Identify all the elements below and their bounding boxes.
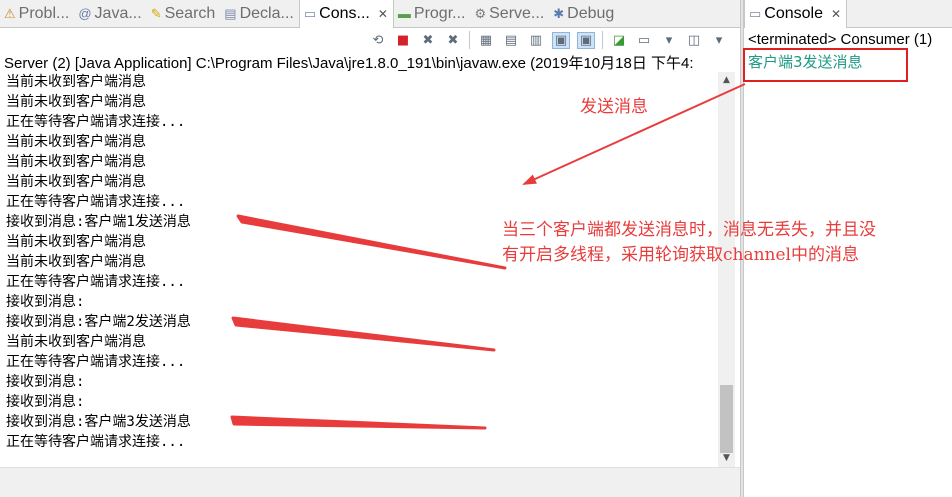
close-icon[interactable]: ✕ [831,7,841,21]
tab-problems[interactable]: ⚠ Probl... [0,0,74,28]
console-line: 当前未收到客户端消息 [6,154,146,170]
console-line: 当前未收到客户端消息 [6,334,146,350]
tab-javadoc[interactable]: @ Java... [74,0,146,28]
close-icon[interactable]: ✕ [378,7,388,21]
open-console-icon[interactable]: ◫ [685,33,703,48]
word-wrap-icon[interactable]: ▥ [527,33,545,48]
console-icon: ▭ [749,6,762,21]
toolbar-separator [602,31,603,49]
tab-label: Cons... [319,5,370,22]
tab-label: Console [764,5,823,22]
vertical-scrollbar[interactable]: ▲ ▼ [718,72,735,467]
scrollbar-thumb[interactable] [720,385,733,453]
annotation-main-line-1: 当三个客户端都发送消息时，消息无丢失，并且没 [502,220,876,240]
debug-icon: ✱ [553,5,565,21]
console-line: 接收到消息:客户端3发送消息 [6,414,191,430]
process-description: Server (2) [Java Application] C:\Program… [4,55,694,72]
progress-icon: ▬ [397,6,411,21]
servers-icon: ⚙ [474,5,487,21]
pin-console-icon[interactable]: ◪ [610,33,628,48]
console-line: 接收到消息: [6,294,85,310]
tab-debug[interactable]: ✱ Debug [549,0,619,28]
console-line: 当前未收到客户端消息 [6,174,146,190]
clear-console-icon[interactable]: ▦ [477,33,495,48]
console-output[interactable]: 当前未收到客户端消息 当前未收到客户端消息 正在等待客户端请求连接... 当前未… [6,72,706,467]
console-line: 当前未收到客户端消息 [6,134,146,150]
highlight-box [743,48,908,82]
search-icon: ✎ [150,5,162,21]
console-toolbar: ⟲ ■ ✖ ✖ ▦ ▤ ▥ ▣ ▣ ◪ ▭ ▾ ◫ ▾ [0,28,740,52]
console-line: 正在等待客户端请求连接... [6,274,186,290]
right-tab-bar: ▭ Console ✕ [744,0,952,28]
annotation-send: 发送消息 [580,97,648,117]
tab-label: Decla... [239,4,294,22]
remove-all-launches-icon[interactable]: ✖ [444,33,462,48]
tab-label: Search [164,4,216,22]
chevron-down-icon[interactable]: ▾ [710,33,728,48]
console-line: 正在等待客户端请求连接... [6,354,186,370]
tab-progress[interactable]: ▬ Progr... [394,0,471,28]
left-tab-bar: ⚠ Probl... @ Java... ✎ Search ▤ Decla...… [0,0,740,28]
console-line: 正在等待客户端请求连接... [6,434,186,450]
tab-servers[interactable]: ⚙ Serve... [470,0,549,28]
tab-console[interactable]: ▭ Cons... ✕ [298,0,394,28]
horizontal-scrollbar-area [0,467,740,497]
chevron-down-icon[interactable]: ▾ [660,33,678,48]
tab-search[interactable]: ✎ Search [147,0,221,28]
problems-icon: ⚠ [4,5,16,21]
tab-label: Java... [94,4,142,22]
scroll-down-icon[interactable]: ▼ [718,450,735,467]
declaration-icon: ▤ [224,5,237,21]
console-line: 接收到消息: [6,394,85,410]
terminated-status: <terminated> Consumer (1) [748,31,933,48]
tab-label: Serve... [489,4,545,22]
scroll-lock-icon[interactable]: ▤ [502,33,520,48]
reconnect-icon[interactable]: ⟲ [369,33,387,48]
console-line: 当前未收到客户端消息 [6,74,146,90]
show-on-stdout-icon[interactable]: ▣ [552,31,570,49]
javadoc-icon: @ [78,6,92,21]
tab-label: Probl... [18,4,70,22]
tab-label: Debug [567,4,615,22]
display-console-icon[interactable]: ▭ [635,33,653,48]
scroll-up-icon[interactable]: ▲ [718,72,735,89]
console-icon: ▭ [303,6,317,21]
terminate-icon[interactable]: ■ [394,33,412,48]
console-line: 正在等待客户端请求连接... [6,194,186,210]
show-on-stderr-icon[interactable]: ▣ [577,31,595,49]
tab-declaration[interactable]: ▤ Decla... [220,0,299,28]
tab-label: Progr... [413,4,466,22]
tab-console-right[interactable]: ▭ Console ✕ [744,0,848,28]
annotation-main-line-2: 有开启多线程，采用轮询获取channel中的消息 [502,245,859,265]
toolbar-separator [469,31,470,49]
console-line: 接收到消息:客户端2发送消息 [6,314,191,330]
remove-launch-icon[interactable]: ✖ [419,33,437,48]
console-line: 接收到消息: [6,374,85,390]
